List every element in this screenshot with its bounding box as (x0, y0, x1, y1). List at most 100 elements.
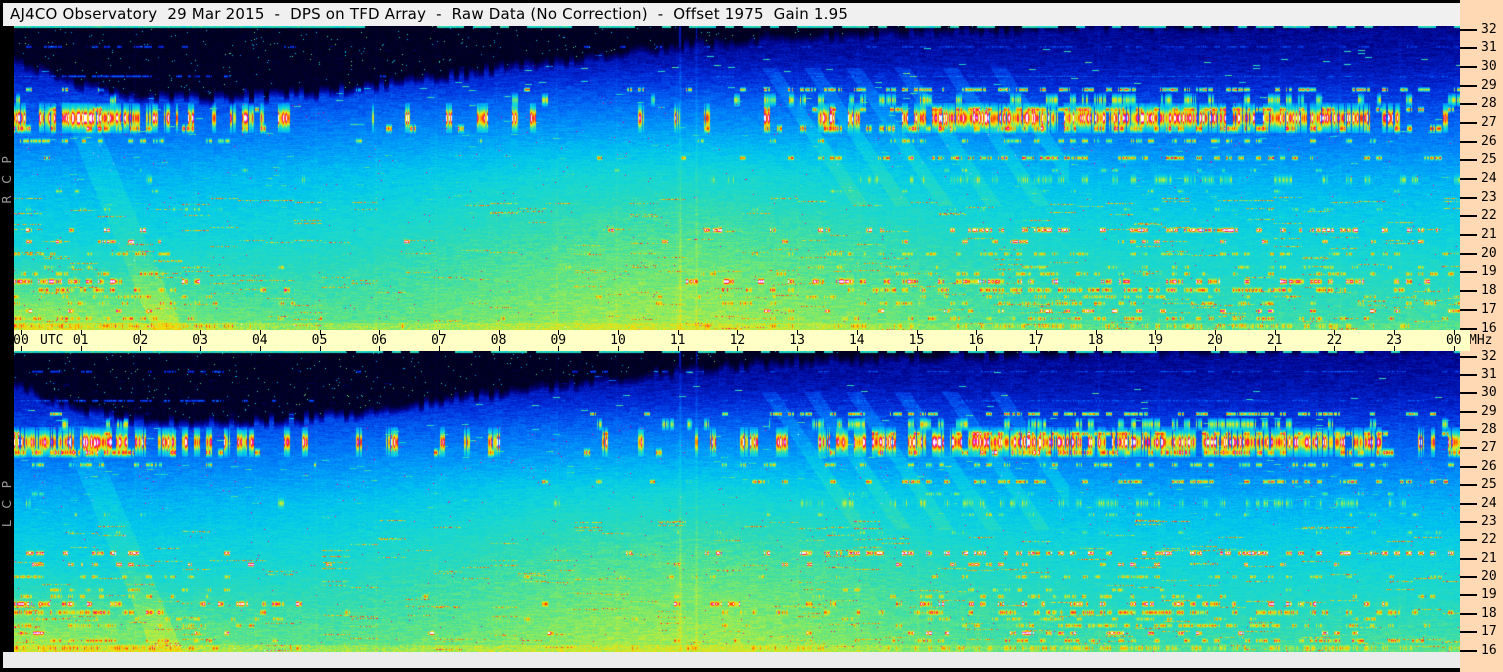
frequency-tick-label: 32 (1481, 21, 1497, 37)
frequency-tick (1460, 308, 1477, 311)
frequency-tick (1460, 215, 1477, 218)
frequency-tick-label: 31 (1481, 40, 1497, 56)
spectrogram-rcp (14, 26, 1460, 330)
frequency-tick (1460, 484, 1477, 487)
bottom-margin (3, 652, 1460, 668)
frequency-tick-label: 22 (1481, 208, 1497, 224)
frequency-tick (1460, 392, 1477, 395)
frequency-tick (1460, 520, 1477, 523)
dps-spectrograph-window: AJ4CO Observatory 29 Mar 2015 - DPS on T… (0, 0, 1503, 672)
frequency-tick (1460, 539, 1477, 542)
polarization-label-rcp: R C P (0, 26, 14, 330)
frequency-tick-label: 21 (1481, 227, 1497, 243)
frequency-tick (1460, 159, 1477, 162)
rcp-axis-text: R C P (0, 152, 14, 204)
frequency-tick-label: 29 (1481, 77, 1497, 93)
frequency-tick-label: 26 (1481, 458, 1497, 474)
frequency-tick-label: 25 (1481, 477, 1497, 493)
frequency-tick-label: 27 (1481, 114, 1497, 130)
lcp-axis-text: L C P (0, 476, 14, 527)
time-tick-label: 20 (1207, 333, 1223, 348)
time-tick-label: 12 (729, 333, 746, 348)
time-tick-label: 16 (968, 333, 985, 348)
frequency-tick (1460, 65, 1477, 68)
frequency-tick (1460, 447, 1477, 450)
frequency-tick (1460, 502, 1477, 505)
frequency-tick (1460, 465, 1477, 468)
frequency-tick-label: 32 (1481, 348, 1497, 364)
observation-title: AJ4CO Observatory 29 Mar 2015 - DPS on T… (10, 5, 849, 23)
frequency-tick-label: 24 (1481, 495, 1497, 511)
frequency-tick (1460, 355, 1477, 358)
frequency-tick-label: 19 (1481, 587, 1497, 603)
time-tick-label: 09 (550, 333, 567, 348)
time-tick-label: 08 (490, 333, 507, 348)
time-tick-label: 23 (1386, 333, 1402, 348)
time-tick-label: 15 (908, 333, 925, 348)
frequency-tick-label: 28 (1481, 422, 1497, 438)
frequency-tick-label: 25 (1481, 152, 1497, 168)
time-tick-label: 05 (311, 333, 328, 348)
frequency-tick (1460, 252, 1477, 255)
frequency-tick (1460, 557, 1477, 560)
frequency-tick-label: 22 (1481, 532, 1497, 548)
frequency-tick (1460, 594, 1477, 597)
time-tick-label: 00 (1445, 333, 1462, 348)
frequency-tick-label: 17 (1481, 624, 1497, 640)
frequency-tick (1460, 47, 1477, 50)
frequency-tick-label: 27 (1481, 440, 1497, 456)
frequency-tick (1460, 178, 1477, 181)
frequency-tick (1460, 290, 1477, 293)
frequency-tick (1460, 196, 1477, 199)
frequency-tick (1460, 649, 1477, 652)
frequency-tick (1460, 103, 1477, 106)
frequency-tick-label: 23 (1481, 189, 1497, 205)
frequency-tick-label: 20 (1481, 245, 1497, 261)
frequency-tick (1460, 84, 1477, 87)
frequency-tick (1460, 28, 1477, 31)
frequency-tick-label: 18 (1481, 605, 1497, 621)
frequency-tick-label: 19 (1481, 264, 1497, 280)
time-tick-label: 02 (132, 333, 149, 348)
title-bar: AJ4CO Observatory 29 Mar 2015 - DPS on T… (3, 3, 1460, 26)
time-tick-label: 06 (371, 333, 388, 348)
time-tick-label: 13 (789, 333, 805, 348)
spectrogram-lcp (14, 351, 1460, 652)
time-axis: 00 01 02 03 04 05 06 07 08 09 10 11 12 13 14 15 16 17 18 19… (13, 330, 1470, 351)
frequency-tick-label: 21 (1481, 550, 1497, 566)
frequency-tick-label: 31 (1481, 366, 1497, 382)
frequency-tick (1460, 234, 1477, 237)
time-tick-label: 18 (1087, 333, 1104, 348)
time-tick-label: 21 (1266, 333, 1283, 348)
time-tick-label: 17 (1028, 333, 1044, 348)
frequency-tick (1460, 121, 1477, 124)
frequency-tick-label: 28 (1481, 96, 1497, 112)
utc-label: UTC (40, 333, 64, 348)
time-tick-label: 03 (192, 333, 208, 348)
frequency-tick (1460, 429, 1477, 432)
time-tick-label: 10 (610, 333, 626, 348)
time-tick-label: 04 (251, 333, 268, 348)
frequency-tick-label: 26 (1481, 133, 1497, 149)
time-tick-label: 11 (669, 333, 686, 348)
frequency-tick-label: 18 (1481, 283, 1497, 299)
frequency-tick-label: 30 (1481, 58, 1497, 74)
frequency-tick (1460, 271, 1477, 274)
frequency-tick-label: 29 (1481, 403, 1497, 419)
frequency-tick-label: 16 (1481, 642, 1497, 658)
frequency-tick (1460, 410, 1477, 413)
frequency-tick (1460, 612, 1477, 615)
frequency-tick-label: 23 (1481, 513, 1497, 529)
frequency-tick (1460, 373, 1477, 376)
frequency-tick (1460, 576, 1477, 579)
frequency-tick-label: 30 (1481, 385, 1497, 401)
time-tick-label: 22 (1326, 333, 1343, 348)
frequency-tick (1460, 631, 1477, 634)
frequency-tick-label: 17 (1481, 301, 1497, 317)
mhz-unit-label: MHz (1469, 333, 1493, 348)
time-tick-label: 00 (13, 333, 29, 348)
time-tick-label: 14 (848, 333, 865, 348)
time-tick-label: 19 (1147, 333, 1164, 348)
frequency-tick-label: 20 (1481, 569, 1497, 585)
frequency-tick-label: 24 (1481, 171, 1497, 187)
